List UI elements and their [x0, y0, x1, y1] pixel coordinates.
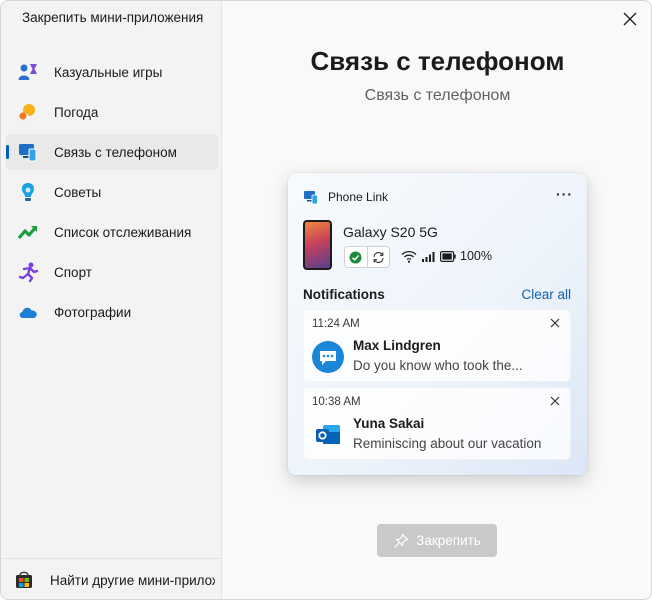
sidebar-item-weather[interactable]: Погода	[6, 94, 218, 130]
sidebar-item-label: Казуальные игры	[54, 64, 163, 80]
pin-button-label: Закрепить	[416, 533, 481, 548]
pin-icon	[394, 533, 409, 548]
notification-message: Do you know who took the...	[353, 358, 523, 373]
notification-time: 11:24 AM	[312, 318, 360, 330]
phone-link-icon	[17, 141, 39, 163]
notifications-heading: Notifications	[303, 287, 385, 302]
sync-icon	[373, 251, 384, 263]
connected-status	[345, 247, 367, 267]
casual-games-icon	[17, 61, 39, 83]
more-options-button[interactable]: ···	[556, 186, 573, 202]
battery-level: 100%	[460, 249, 492, 263]
sidebar-item-label: Связь с телефоном	[54, 144, 177, 160]
sidebar-item-photos[interactable]: Фотографии	[6, 294, 218, 330]
find-more-widgets-button[interactable]: Найти другие мини-приложения	[1, 558, 221, 599]
notification-item[interactable]: 11:24 AM Max Lindgren Do you know who to…	[303, 309, 571, 382]
device-signal-status: 100%	[401, 249, 492, 263]
notification-time: 10:38 AM	[312, 396, 361, 408]
sidebar-title: Закрепить мини-приложения	[22, 10, 204, 25]
phone-wallpaper	[305, 222, 330, 268]
widget-list: Казуальные игры Погода Связь с телефоном…	[6, 54, 218, 334]
photos-icon	[17, 301, 39, 323]
close-icon	[623, 12, 637, 26]
notification-sender: Max Lindgren	[353, 338, 441, 353]
sidebar-item-label: Погода	[54, 104, 99, 120]
store-icon	[16, 571, 32, 588]
outlook-icon	[312, 419, 344, 451]
notification-sender: Yuna Sakai	[353, 416, 425, 431]
weather-icon	[17, 101, 39, 123]
sidebar-item-casual-games[interactable]: Казуальные игры	[6, 54, 218, 90]
sidebar-item-label: Список отслеживания	[54, 224, 192, 240]
sidebar-item-label: Фотографии	[54, 304, 132, 320]
device-status-controls	[344, 246, 390, 268]
notification-message: Reminiscing about our vacation	[353, 436, 542, 451]
phone-image	[303, 220, 332, 270]
check-circle-icon	[349, 251, 362, 263]
close-button[interactable]	[618, 7, 642, 31]
phone-link-icon	[304, 191, 318, 205]
sidebar-item-label: Спорт	[54, 264, 92, 280]
sidebar-item-sports[interactable]: Спорт	[6, 254, 218, 290]
watchlist-icon	[17, 221, 39, 243]
close-icon[interactable]	[549, 317, 561, 329]
widget-app-name: Phone Link	[328, 190, 389, 204]
sidebar: Закрепить мини-приложения Казуальные игр…	[1, 1, 222, 599]
phone-link-widget-preview: Phone Link ··· Galaxy S20 5G 100% Notifi…	[288, 173, 587, 475]
clear-all-link[interactable]: Clear all	[521, 287, 571, 302]
messages-icon	[312, 341, 344, 373]
widget-header: Phone Link	[303, 189, 388, 205]
sidebar-item-phone-link[interactable]: Связь с телефоном	[6, 134, 218, 170]
page-subtitle: Связь с телефоном	[364, 87, 511, 104]
wifi-icon	[401, 250, 417, 263]
battery-icon	[440, 250, 456, 262]
close-icon[interactable]	[549, 395, 561, 407]
pin-button[interactable]: Закрепить	[377, 524, 497, 557]
device-name: Galaxy S20 5G	[343, 224, 438, 240]
sync-button[interactable]	[366, 247, 390, 267]
find-more-widgets-label: Найти другие мини-приложения	[50, 572, 215, 588]
tips-icon	[17, 181, 39, 203]
widget-preview-pane: Связь с телефоном Связь с телефоном Phon…	[222, 1, 651, 599]
sidebar-item-watchlist[interactable]: Список отслеживания	[6, 214, 218, 250]
cellular-signal-icon	[422, 251, 435, 262]
sidebar-item-tips[interactable]: Советы	[6, 174, 218, 210]
notification-item[interactable]: 10:38 AM Yuna Sakai Reminiscing about ou…	[303, 387, 571, 460]
sports-icon	[17, 261, 39, 283]
page-title: Связь с телефоном	[310, 46, 565, 76]
pin-widgets-window: Закрепить мини-приложения Казуальные игр…	[0, 0, 652, 600]
sidebar-item-label: Советы	[54, 184, 102, 200]
